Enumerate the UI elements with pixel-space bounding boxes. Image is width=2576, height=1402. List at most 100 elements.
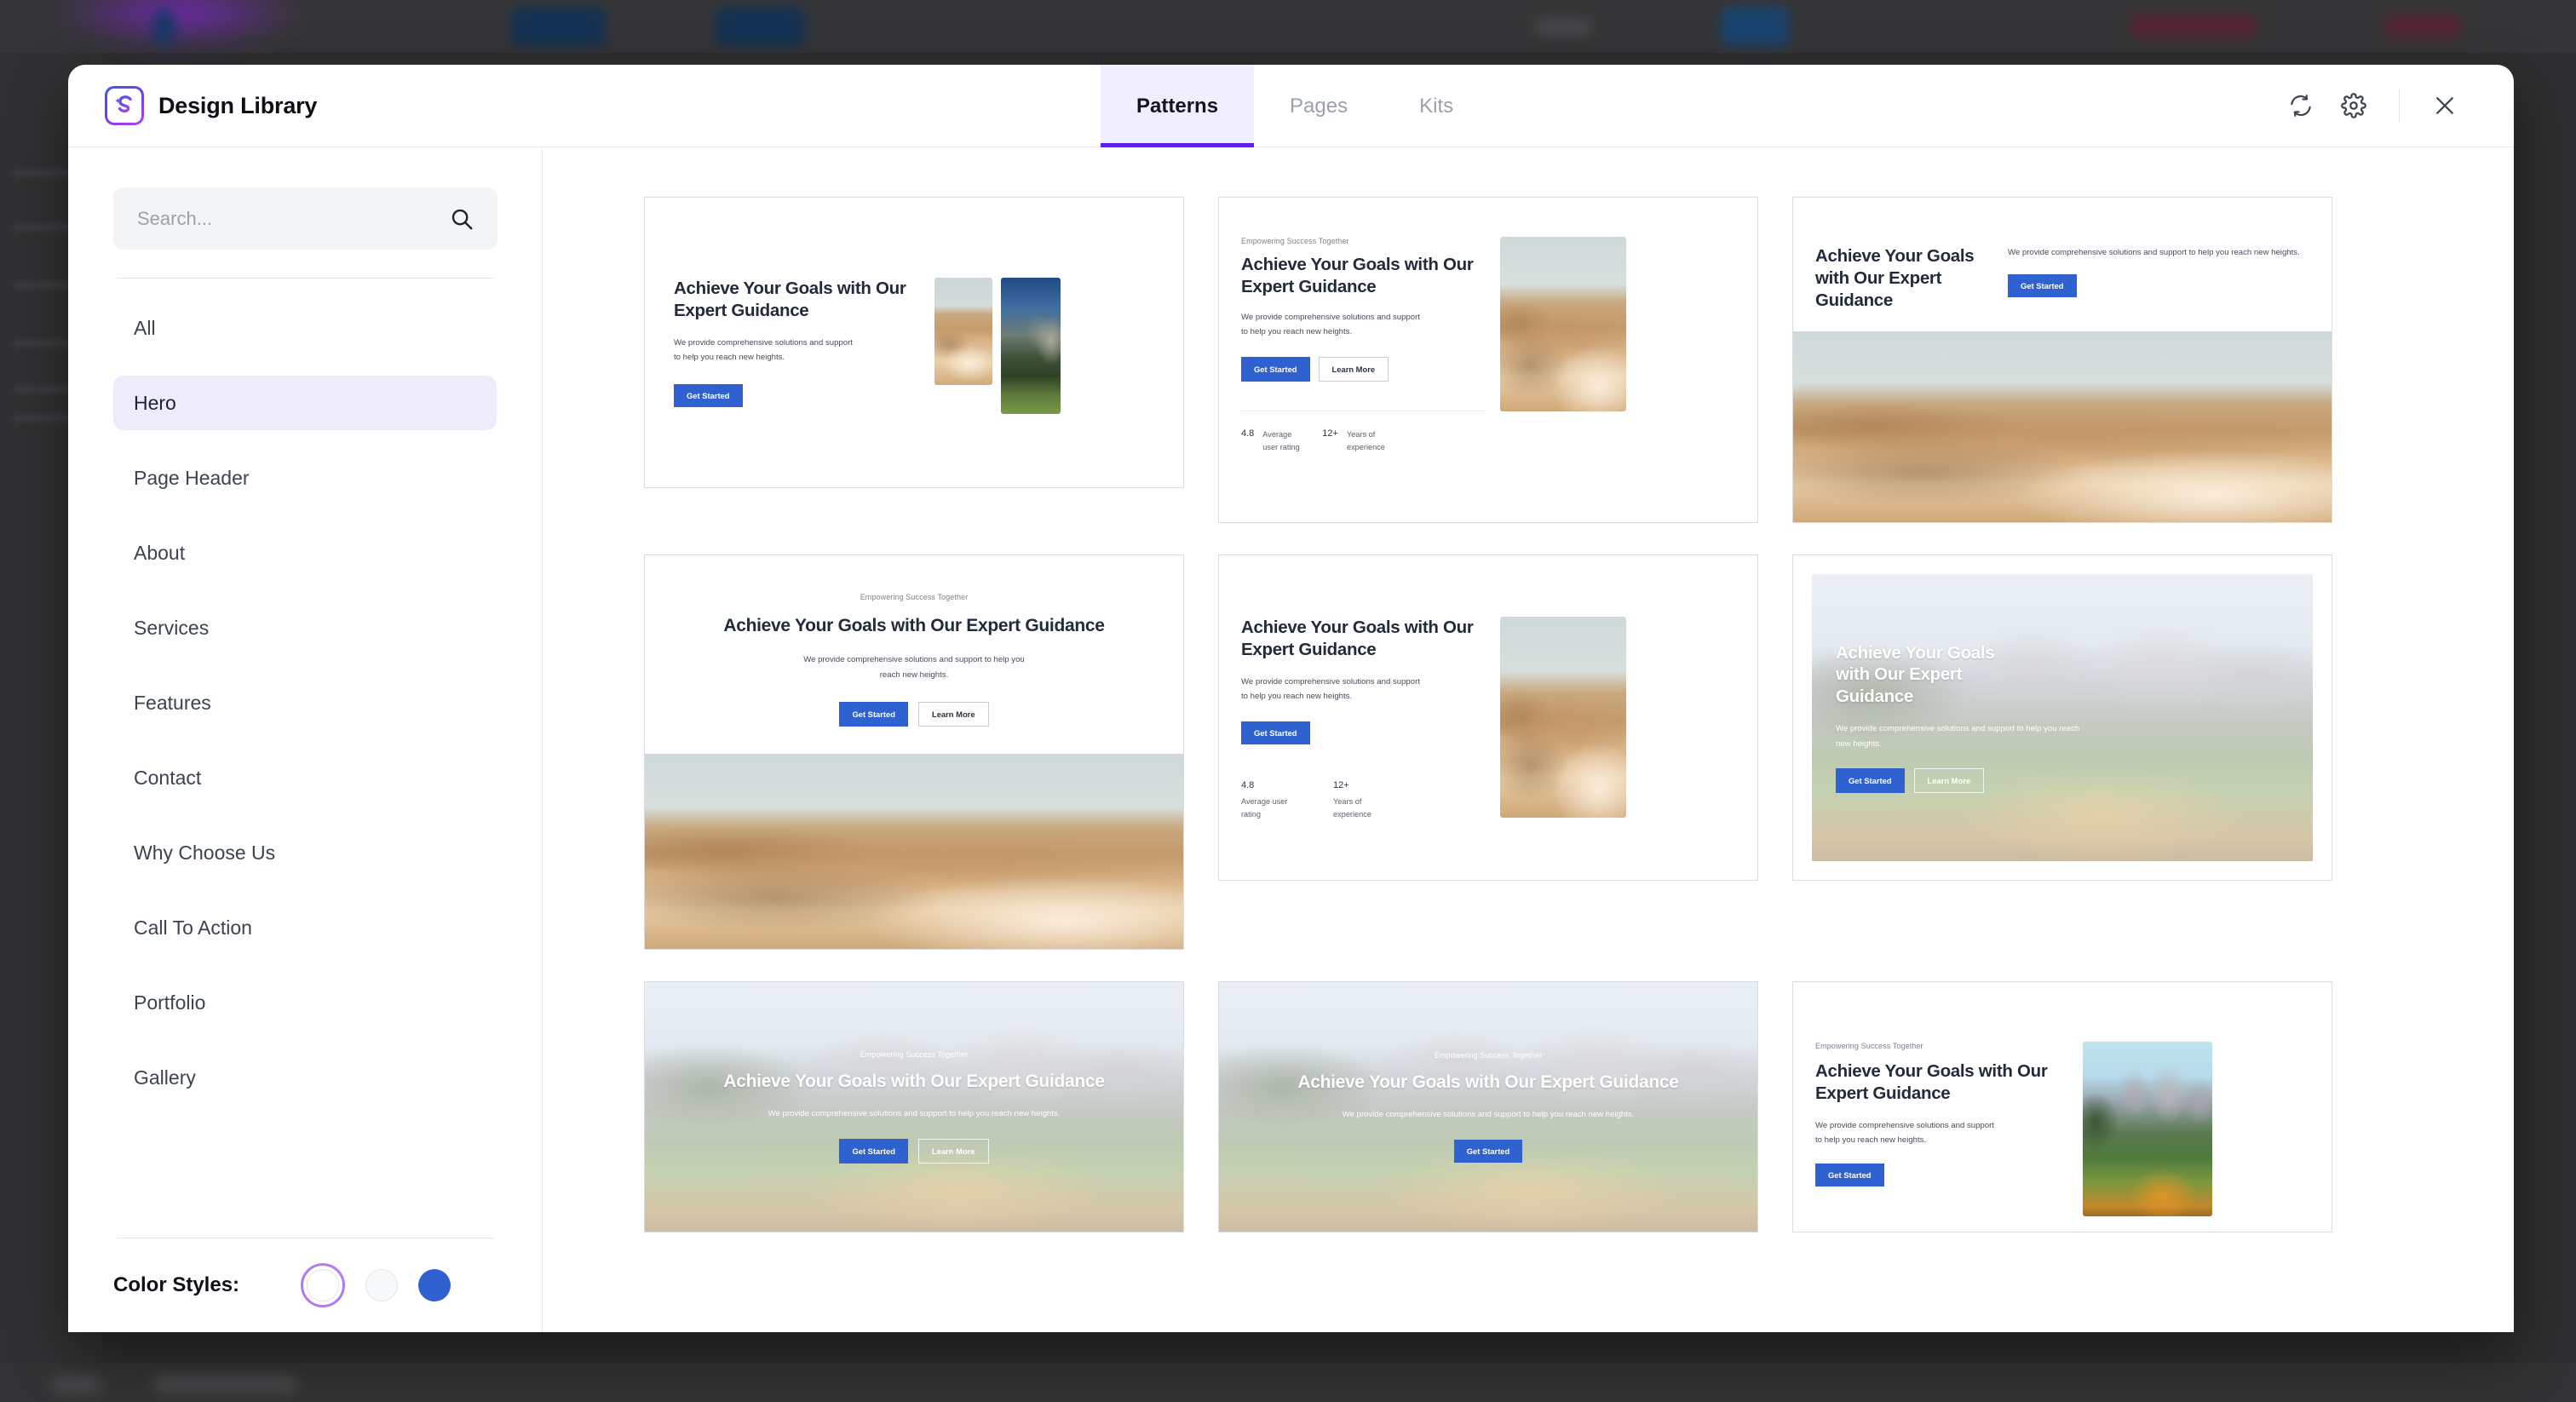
pattern-stat-value: 12+ — [1333, 780, 1349, 791]
pattern-heading: Achieve Your Goals with Our Expert Guida… — [1241, 255, 1474, 296]
pattern-cta-primary[interactable]: Get Started — [1836, 768, 1905, 794]
sidebar: All Hero Page Header About Services Feat… — [68, 147, 543, 1332]
backdrop-bottombar — [0, 1363, 2576, 1402]
close-icon[interactable] — [2418, 79, 2471, 132]
pattern-image-dolomites — [2083, 1042, 2212, 1216]
pattern-heading: Achieve Your Goals with Our Expert Guida… — [1836, 642, 1995, 707]
pattern-eyebrow: Empowering Success Together — [860, 1049, 969, 1059]
brand: Design Library — [68, 65, 1005, 147]
pattern-eyebrow: Empowering Success Together — [860, 593, 969, 601]
sidebar-category-list: All Hero Page Header About Services Feat… — [113, 301, 497, 1105]
pattern-cta-primary[interactable]: Get Started — [1815, 1164, 1884, 1187]
pattern-card-hero-split-stats-inline[interactable]: Empowering Success Together Achieve Your… — [1218, 197, 1758, 523]
pattern-body: We provide comprehensive solutions and s… — [1241, 676, 1420, 702]
color-swatch-blue[interactable] — [418, 1269, 451, 1301]
refresh-icon[interactable] — [2274, 79, 2327, 132]
gear-icon[interactable] — [2327, 79, 2380, 132]
pattern-canvas[interactable]: Achieve Your Goals with Our Expert Guida… — [543, 147, 2514, 1332]
backdrop-blob — [511, 7, 605, 46]
search-input[interactable] — [113, 187, 497, 250]
color-swatch-white[interactable] — [301, 1263, 346, 1307]
pattern-cta-primary[interactable]: Get Started — [1453, 1140, 1523, 1164]
app-logo-icon — [105, 86, 144, 125]
pattern-stat-label: Years of experience — [1346, 430, 1385, 451]
header-divider — [2399, 89, 2400, 123]
sidebar-item-page-header[interactable]: Page Header — [113, 451, 497, 505]
pattern-image-dune — [645, 753, 1183, 949]
pattern-card-hero-overlay-inset-left[interactable]: Achieve Your Goals with Our Expert Guida… — [1792, 554, 2332, 881]
search-field — [113, 187, 497, 250]
header-actions — [2274, 65, 2514, 147]
pattern-body: We provide comprehensive solutions and s… — [803, 655, 1025, 681]
tab-pages[interactable]: Pages — [1254, 65, 1383, 147]
pattern-image-dune — [1793, 331, 2332, 522]
sidebar-item-why-choose-us[interactable]: Why Choose Us — [113, 825, 497, 880]
sidebar-scroll: All Hero Page Header About Services Feat… — [68, 147, 542, 1238]
pattern-cta-primary[interactable]: Get Started — [2008, 273, 2077, 297]
pattern-cta-primary[interactable]: Get Started — [839, 1139, 908, 1164]
sidebar-item-all[interactable]: All — [113, 301, 497, 355]
pattern-body: We provide comprehensive solutions and s… — [674, 337, 853, 363]
color-styles-row: Color Styles: — [113, 1238, 497, 1332]
backdrop-blob — [1721, 7, 1789, 46]
color-swatch-off-white[interactable] — [365, 1269, 399, 1301]
modal-body: All Hero Page Header About Services Feat… — [68, 147, 2514, 1332]
sidebar-item-contact[interactable]: Contact — [113, 750, 497, 805]
pattern-eyebrow: Empowering Success Together — [1434, 1050, 1543, 1060]
modal-header: Design Library Patterns Pages Kits — [68, 65, 2514, 147]
pattern-image-yosemite — [1001, 278, 1061, 414]
pattern-card-hero-top-split-full-image[interactable]: Achieve Your Goals with Our Expert Guida… — [1792, 197, 2332, 523]
pattern-stat-value: 12+ — [1322, 428, 1338, 440]
pattern-grid: Achieve Your Goals with Our Expert Guida… — [543, 197, 2514, 1232]
pattern-cta-primary[interactable]: Get Started — [839, 701, 908, 727]
pattern-cta-primary[interactable]: Get Started — [1241, 357, 1310, 382]
design-library-modal: Design Library Patterns Pages Kits Searc… — [68, 65, 2514, 1332]
tab-patterns[interactable]: Patterns — [1101, 65, 1255, 147]
backdrop-blob — [153, 1375, 298, 1393]
sidebar-item-features[interactable]: Features — [113, 675, 497, 730]
pattern-body: We provide comprehensive solutions and s… — [1342, 1110, 1635, 1120]
pattern-cta-primary[interactable]: Get Started — [674, 384, 743, 408]
pattern-stat-label: Average user rating — [1262, 430, 1300, 451]
backdrop-glow — [51, 0, 307, 51]
pattern-image-dolomites: Empowering Success Together Achieve Your… — [645, 982, 1183, 1232]
pattern-cta-secondary[interactable]: Learn More — [1913, 768, 1985, 794]
sidebar-item-gallery[interactable]: Gallery — [113, 1050, 497, 1105]
pattern-body: We provide comprehensive solutions and s… — [2008, 248, 2300, 257]
sidebar-item-about[interactable]: About — [113, 526, 497, 580]
pattern-heading: Achieve Your Goals with Our Expert Guida… — [723, 1071, 1105, 1091]
pattern-cta-secondary[interactable]: Learn More — [1318, 357, 1389, 382]
backdrop-blob — [2130, 15, 2257, 37]
app-title: Design Library — [158, 92, 318, 118]
pattern-stat-value: 4.8 — [1241, 428, 1255, 440]
pattern-eyebrow: Empowering Success Together — [1815, 1042, 1923, 1050]
pattern-heading: Achieve Your Goals with Our Expert Guida… — [1815, 246, 1975, 310]
pattern-image-dune — [934, 278, 992, 385]
pattern-cta-secondary[interactable]: Learn More — [918, 701, 989, 727]
pattern-card-hero-overlay-full-centered[interactable]: Empowering Success Together Achieve Your… — [644, 981, 1184, 1232]
pattern-heading: Achieve Your Goals with Our Expert Guida… — [1241, 618, 1474, 659]
sidebar-item-portfolio[interactable]: Portfolio — [113, 975, 497, 1030]
pattern-body: We provide comprehensive solutions and s… — [1241, 312, 1420, 337]
sidebar-item-hero[interactable]: Hero — [113, 376, 497, 430]
backdrop-blob — [51, 1375, 102, 1393]
tab-kits[interactable]: Kits — [1383, 65, 1489, 147]
modal-tabs: Patterns Pages Kits — [1101, 65, 1489, 147]
pattern-image-dune — [1500, 237, 1626, 411]
pattern-card-hero-overlay-full-centered-single-cta[interactable]: Empowering Success Together Achieve Your… — [1218, 981, 1758, 1232]
pattern-heading: Achieve Your Goals with Our Expert Guida… — [723, 616, 1105, 635]
sidebar-item-services[interactable]: Services — [113, 600, 497, 655]
sidebar-divider — [117, 278, 493, 279]
pattern-card-hero-centered-full-image[interactable]: Empowering Success Together Achieve Your… — [644, 554, 1184, 950]
sidebar-footer: Color Styles: — [68, 1238, 542, 1332]
sidebar-item-call-to-action[interactable]: Call To Action — [113, 900, 497, 955]
pattern-stat-label: Years of experience — [1333, 797, 1371, 819]
pattern-card-hero-split-stats-stacked[interactable]: Achieve Your Goals with Our Expert Guida… — [1218, 554, 1758, 881]
pattern-image-dolomites: Empowering Success Together Achieve Your… — [1219, 982, 1757, 1232]
pattern-cta-primary[interactable]: Get Started — [1241, 721, 1310, 745]
pattern-card-hero-split-right-mountain[interactable]: Empowering Success Together Achieve Your… — [1792, 981, 2332, 1232]
pattern-card-hero-split-two-images[interactable]: Achieve Your Goals with Our Expert Guida… — [644, 197, 1184, 488]
pattern-cta-secondary[interactable]: Learn More — [918, 1139, 989, 1164]
pattern-stat-value: 4.8 — [1241, 780, 1255, 791]
pattern-stat-label: Average user rating — [1241, 797, 1288, 819]
